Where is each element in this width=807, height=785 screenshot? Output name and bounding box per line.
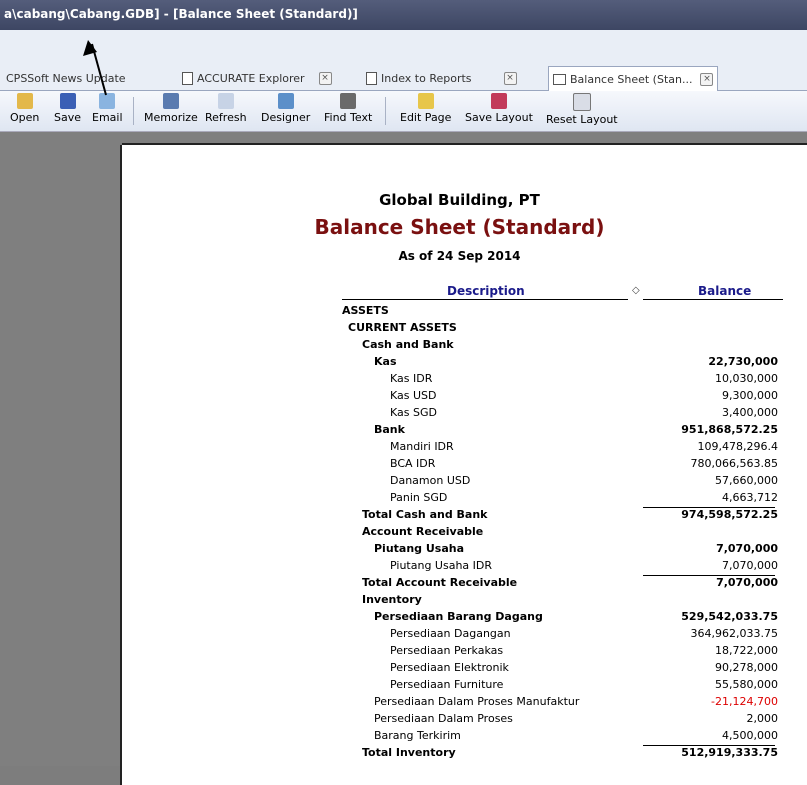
cursor-arrow-icon: [83, 40, 107, 96]
